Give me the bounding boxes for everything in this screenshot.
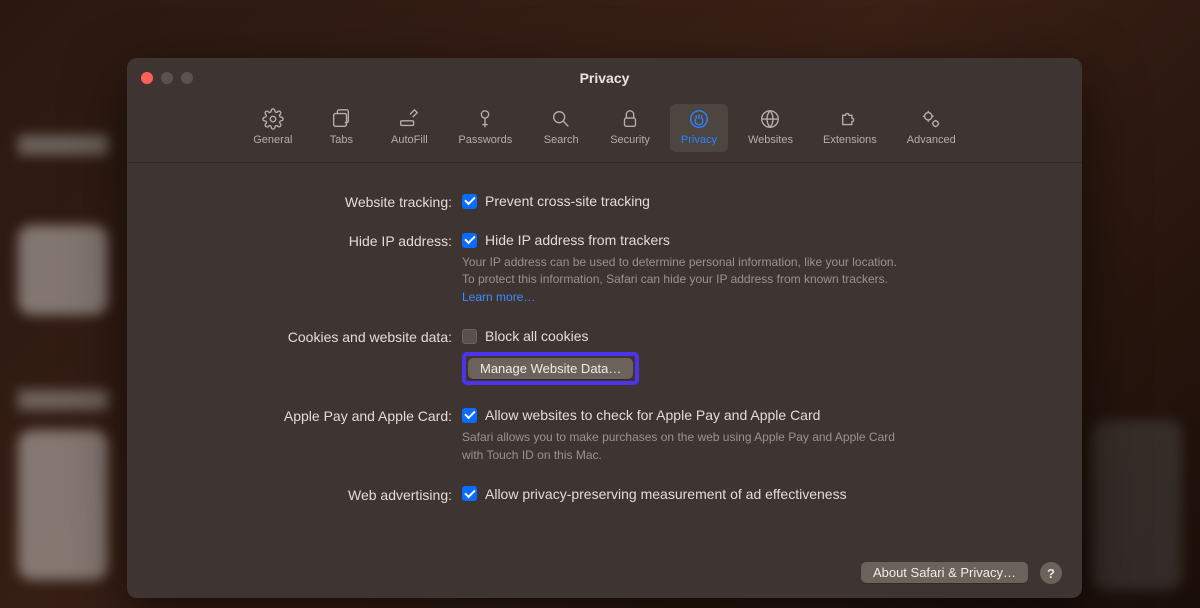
hide-ip-help: Your IP address can be used to determine… [462,254,902,306]
hide-ip-text: Hide IP address from trackers [485,232,670,248]
ad-measurement-text: Allow privacy-preserving measurement of … [485,486,847,502]
tab-passwords[interactable]: Passwords [448,104,522,152]
tab-label: Advanced [907,134,956,146]
search-icon [550,108,572,130]
tab-websites[interactable]: Websites [738,104,803,152]
tab-label: Security [610,134,650,146]
ad-measurement-checkbox[interactable] [462,486,477,501]
gear-icon [262,108,284,130]
footer: About Safari & Privacy… ? [861,562,1062,584]
key-icon [474,108,496,130]
apple-pay-checkbox[interactable] [462,408,477,423]
safari-preferences-window: Privacy General Tabs AutoFill Passwords … [127,58,1082,598]
tab-label: Tabs [330,134,353,146]
tab-label: General [253,134,292,146]
web-advertising-label: Web advertising: [157,486,462,503]
hand-icon [688,108,710,130]
tab-label: AutoFill [391,134,428,146]
tab-privacy[interactable]: Privacy [670,104,728,152]
preferences-toolbar: General Tabs AutoFill Passwords Search S… [127,98,1082,163]
website-tracking-label: Website tracking: [157,193,462,210]
lock-icon [619,108,641,130]
tab-search[interactable]: Search [532,104,590,152]
hide-ip-label: Hide IP address: [157,232,462,249]
prevent-cross-site-tracking-checkbox[interactable] [462,194,477,209]
puzzle-icon [839,108,861,130]
tab-advanced[interactable]: Advanced [897,104,966,152]
tab-label: Privacy [681,134,717,146]
highlight-annotation: Manage Website Data… [462,352,639,385]
window-title: Privacy [127,70,1082,86]
prevent-cross-site-tracking-text: Prevent cross-site tracking [485,193,650,209]
apple-pay-text: Allow websites to check for Apple Pay an… [485,407,820,423]
tab-label: Websites [748,134,793,146]
tab-tabs[interactable]: Tabs [312,104,370,152]
pen-icon [398,108,420,130]
tab-label: Passwords [458,134,512,146]
privacy-content: Website tracking: Prevent cross-site tra… [127,163,1082,535]
cookies-label: Cookies and website data: [157,328,462,345]
tab-autofill[interactable]: AutoFill [380,104,438,152]
about-safari-privacy-button[interactable]: About Safari & Privacy… [861,562,1028,583]
titlebar[interactable]: Privacy [127,58,1082,98]
block-cookies-text: Block all cookies [485,328,589,344]
tab-general[interactable]: General [243,104,302,152]
tab-extensions[interactable]: Extensions [813,104,887,152]
apple-pay-help: Safari allows you to make purchases on t… [462,429,902,464]
gears-icon [920,108,942,130]
tab-security[interactable]: Security [600,104,660,152]
block-cookies-checkbox[interactable] [462,329,477,344]
tabs-icon [330,108,352,130]
tab-label: Search [544,134,579,146]
hide-ip-checkbox[interactable] [462,233,477,248]
learn-more-link[interactable]: Learn more… [462,290,535,304]
manage-website-data-button[interactable]: Manage Website Data… [468,358,633,379]
tab-label: Extensions [823,134,877,146]
globe-icon [759,108,781,130]
apple-pay-label: Apple Pay and Apple Card: [157,407,462,424]
help-button[interactable]: ? [1040,562,1062,584]
